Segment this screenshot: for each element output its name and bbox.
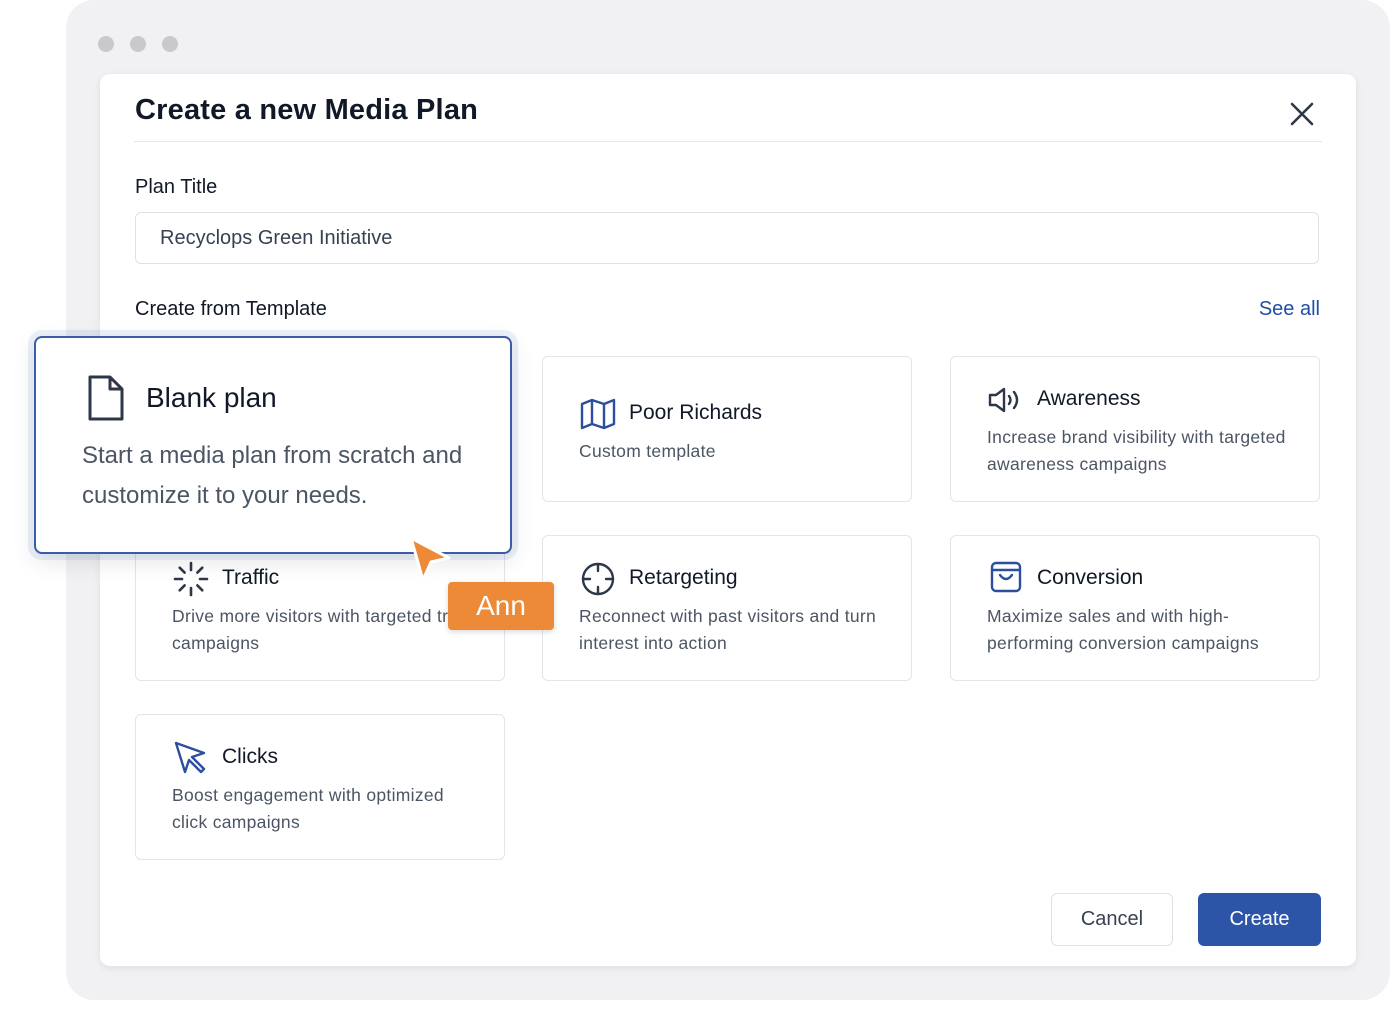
template-name: Retargeting: [629, 566, 738, 589]
dialog-title: Create a new Media Plan: [135, 94, 479, 126]
cursor-click-icon: [172, 739, 210, 777]
header-divider: [134, 141, 1322, 142]
collaborator-name-tag: Ann: [448, 582, 554, 630]
template-card-blank-plan[interactable]: Blank plan Start a media plan from scrat…: [34, 336, 512, 554]
template-description: Drive more visitors with targeted traffi…: [172, 606, 482, 653]
template-name: Blank plan: [146, 382, 277, 413]
template-description: Increase brand visibility with targeted …: [987, 427, 1286, 474]
crosshair-icon: [579, 560, 617, 598]
template-name: Poor Richards: [629, 401, 763, 424]
template-card-retargeting[interactable]: Retargeting Reconnect with past visitors…: [542, 535, 912, 681]
collaborator-cursor-icon: [405, 532, 455, 586]
template-card-awareness[interactable]: Awareness Increase brand visibility with…: [950, 356, 1320, 502]
template-card-poor-richards[interactable]: Poor Richards Custom template: [542, 356, 912, 502]
template-description: Custom template: [579, 441, 716, 461]
template-description: Start a media plan from scratch and cust…: [82, 442, 463, 509]
speaker-icon: [987, 381, 1025, 419]
cancel-button[interactable]: Cancel: [1051, 893, 1173, 946]
window-dot-close[interactable]: [98, 36, 114, 52]
template-name: Clicks: [222, 745, 278, 768]
template-name: Conversion: [1037, 566, 1144, 589]
document-icon: [84, 374, 128, 422]
loader-icon: [172, 560, 210, 598]
plan-title-input[interactable]: [135, 212, 1319, 264]
template-name: Awareness: [1037, 387, 1141, 410]
shopping-bag-icon: [987, 558, 1025, 596]
close-icon[interactable]: [1286, 98, 1318, 130]
plan-title-label: Plan Title: [135, 176, 218, 198]
template-section-label: Create from Template: [135, 298, 327, 320]
template-description: Reconnect with past visitors and turn in…: [579, 606, 877, 653]
template-description: Boost engagement with optimized click ca…: [172, 785, 444, 832]
create-button[interactable]: Create: [1198, 893, 1321, 946]
template-name: Traffic: [222, 566, 280, 589]
window-dot-minimize[interactable]: [130, 36, 146, 52]
window-dot-maximize[interactable]: [162, 36, 178, 52]
see-all-link[interactable]: See all: [1259, 298, 1320, 321]
template-card-conversion[interactable]: Conversion Maximize sales and with high-…: [950, 535, 1320, 681]
map-icon: [579, 395, 617, 433]
template-description: Maximize sales and with high-performing …: [987, 606, 1259, 653]
template-card-clicks[interactable]: Clicks Boost engagement with optimized c…: [135, 714, 505, 860]
